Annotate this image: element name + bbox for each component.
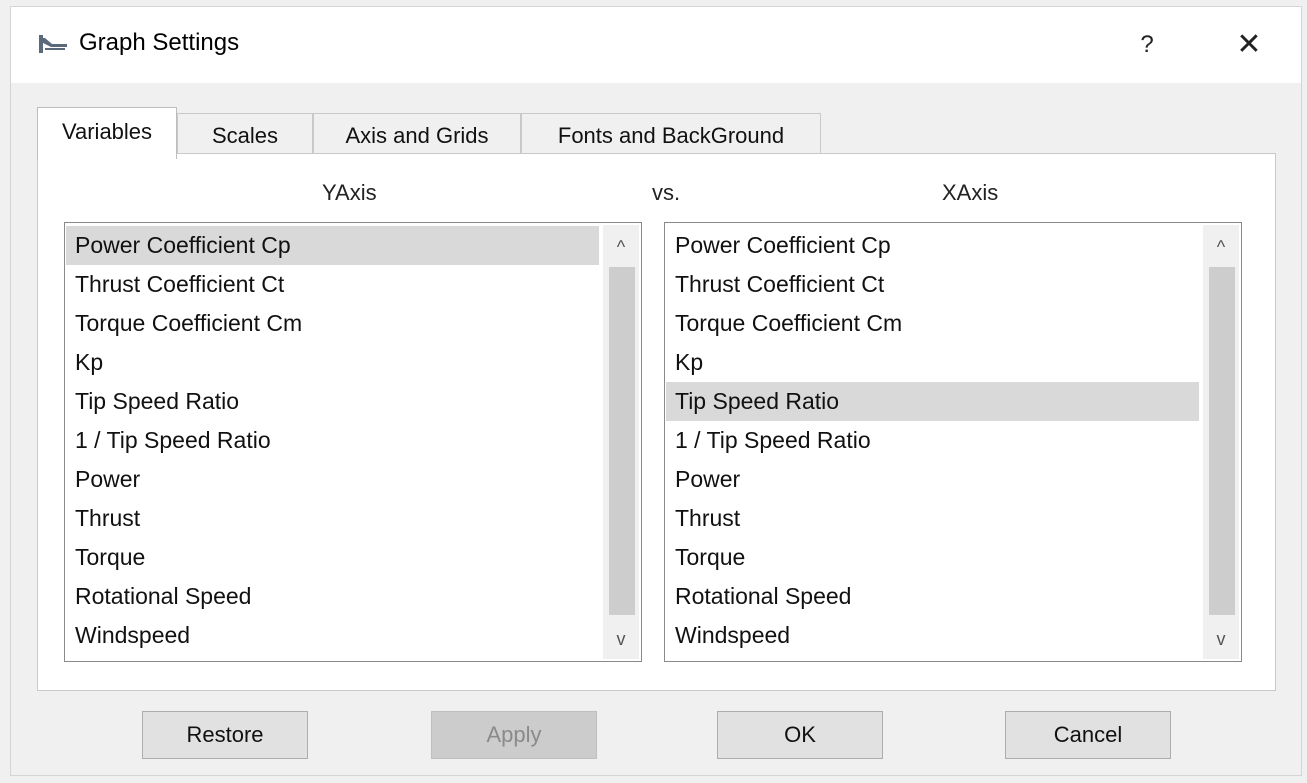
restore-button[interactable]: Restore (142, 711, 308, 759)
xaxis-list-item[interactable]: Power Coefficient Cp (666, 226, 1199, 265)
yaxis-scrollbar[interactable]: ^ v (603, 225, 639, 659)
xaxis-list-items: Power Coefficient Cp Thrust Coefficient C… (666, 226, 1199, 655)
yaxis-list-item[interactable]: Tip Speed Ratio (66, 382, 599, 421)
help-button[interactable]: ? (1121, 23, 1173, 67)
tab-variables[interactable]: Variables (37, 107, 177, 159)
xaxis-list-item[interactable]: Power (666, 460, 1199, 499)
chevron-down-icon[interactable]: v (1203, 621, 1239, 657)
yaxis-list-item[interactable]: Thrust (66, 499, 599, 538)
yaxis-list-item[interactable]: Thrust Coefficient Ct (66, 265, 599, 304)
title-bar[interactable]: Graph Settings ? ✕ (11, 7, 1301, 83)
xaxis-list-item[interactable]: Windspeed (666, 616, 1199, 655)
yaxis-list-item[interactable]: Power Coefficient Cp (66, 226, 599, 265)
graph-settings-dialog: Graph Settings ? ✕ Variables Scales Axis… (10, 6, 1302, 776)
xaxis-list-item[interactable]: Kp (666, 343, 1199, 382)
xaxis-label: XAxis (942, 180, 999, 205)
yaxis-list-item[interactable]: Rotational Speed (66, 577, 599, 616)
xaxis-list-item[interactable]: Tip Speed Ratio (666, 382, 1199, 421)
cancel-button[interactable]: Cancel (1005, 711, 1171, 759)
ok-button[interactable]: OK (717, 711, 883, 759)
window-title: Graph Settings (79, 29, 240, 56)
xaxis-list-item[interactable]: Torque Coefficient Cm (666, 304, 1199, 343)
xaxis-scroll-thumb[interactable] (1209, 267, 1235, 615)
xaxis-scrollbar[interactable]: ^ v (1203, 225, 1239, 659)
close-button[interactable]: ✕ (1221, 23, 1277, 67)
xaxis-list-item[interactable]: 1 / Tip Speed Ratio (666, 421, 1199, 460)
yaxis-list-item[interactable]: Power (66, 460, 599, 499)
xaxis-variable-list[interactable]: Power Coefficient Cp Thrust Coefficient C… (664, 222, 1242, 662)
chevron-up-icon[interactable]: ^ (1203, 229, 1239, 265)
tab-fonts-and-background[interactable]: Fonts and BackGround (521, 113, 821, 157)
variables-panel: YAxis vs. XAxis Power Coefficient Cp Thru… (37, 153, 1276, 691)
yaxis-list-item[interactable]: 1 / Tip Speed Ratio (66, 421, 599, 460)
tab-axis-and-grids[interactable]: Axis and Grids (313, 113, 521, 157)
tab-scales[interactable]: Scales (177, 113, 313, 157)
vs-label: vs. (652, 180, 681, 205)
yaxis-scroll-thumb[interactable] (609, 267, 635, 615)
yaxis-list-item[interactable]: Windspeed (66, 616, 599, 655)
graph-app-icon (39, 35, 67, 53)
xaxis-list-item[interactable]: Thrust Coefficient Ct (666, 265, 1199, 304)
apply-button: Apply (431, 711, 597, 759)
yaxis-list-item[interactable]: Torque Coefficient Cm (66, 304, 599, 343)
xaxis-list-item[interactable]: Thrust (666, 499, 1199, 538)
xaxis-list-item[interactable]: Rotational Speed (666, 577, 1199, 616)
chevron-down-icon[interactable]: v (603, 621, 639, 657)
yaxis-variable-list[interactable]: Power Coefficient Cp Thrust Coefficient C… (64, 222, 642, 662)
yaxis-list-item[interactable]: Kp (66, 343, 599, 382)
chevron-up-icon[interactable]: ^ (603, 229, 639, 265)
yaxis-list-items: Power Coefficient Cp Thrust Coefficient C… (66, 226, 599, 655)
xaxis-list-item[interactable]: Torque (666, 538, 1199, 577)
yaxis-list-item[interactable]: Torque (66, 538, 599, 577)
yaxis-label: YAxis (322, 180, 377, 205)
